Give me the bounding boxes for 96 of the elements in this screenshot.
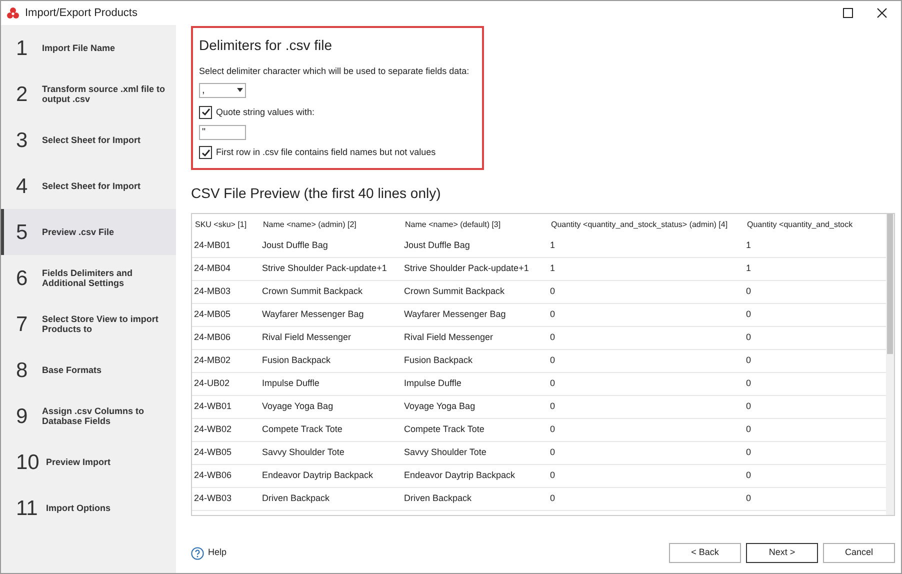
help-link[interactable]: Help xyxy=(208,546,227,560)
table-cell-text: 1 xyxy=(745,262,752,276)
table-cell-text: 0 xyxy=(745,423,752,436)
table-cell-text: 24-UB02 xyxy=(193,377,231,390)
table-cell-text: Wayfarer Messenger Bag xyxy=(261,308,365,322)
table-cell-text: Voyage Yoga Bag xyxy=(261,400,334,414)
table-cell-text: Savvy Shoulder Tote xyxy=(261,446,346,460)
table-cell-text: 0 xyxy=(549,285,556,298)
table-cell-text: Rival Field Messenger xyxy=(261,331,352,344)
first-row-label: First row in .csv file contains field names but not values xyxy=(216,146,436,159)
table-cell-text: 24-MB04 xyxy=(193,262,232,276)
table-cell-text: Crown Summit Backpack xyxy=(261,285,364,298)
table-cell-text: 24-MB01 xyxy=(193,239,232,252)
table-cell-text: 24-WB02 xyxy=(193,423,233,436)
table-cell-text: 0 xyxy=(745,308,752,322)
table-cell-text: Rival Field Messenger xyxy=(403,331,494,344)
table-cell-text: 0 xyxy=(745,492,752,506)
table-cell-text: 0 xyxy=(549,308,556,322)
table-cell-text: Savvy Shoulder Tote xyxy=(403,446,488,460)
section-title: Delimiters for .csv file xyxy=(199,36,334,55)
table-cell-text: 0 xyxy=(549,469,556,482)
table-cell-text: 0 xyxy=(549,377,556,390)
table-cell-text: 1 xyxy=(549,239,556,252)
column-header[interactable]: Quantity <quantity_and_stock_status> (admin) [4] xyxy=(548,218,744,230)
column-header[interactable]: Name <name> (default) [3] xyxy=(402,218,548,230)
table-cell-text: Endeavor Daytrip Backpack xyxy=(261,469,374,482)
table-cell-text: 24-MB05 xyxy=(193,308,232,322)
table-cell-text: 0 xyxy=(745,377,752,390)
checkbox[interactable] xyxy=(199,106,212,119)
table-cell-text: 24-WB01 xyxy=(193,400,233,414)
table-cell-text: Compete Track Tote xyxy=(403,423,486,436)
table-cell-text: 24-WB03 xyxy=(193,492,233,506)
checkbox[interactable] xyxy=(199,146,212,160)
table-cell-text: 24-WB05 xyxy=(193,446,233,460)
column-header[interactable]: Quantity <quantity_and_stock xyxy=(744,218,884,230)
dialog-button[interactable]: < Back xyxy=(669,543,741,563)
table-cell-text: Fusion Backpack xyxy=(403,354,474,368)
quote-field[interactable]: " xyxy=(199,125,246,140)
table-cell-text: Strive Shoulder Pack-update+1 xyxy=(403,262,530,276)
table-cell-text: 0 xyxy=(745,446,752,460)
maximize-icon[interactable] xyxy=(843,8,853,18)
wizard-step[interactable]: 7 Select Store View to import Products to xyxy=(1,301,176,347)
table-cell-text: 0 xyxy=(745,469,752,482)
table-cell-text: 0 xyxy=(745,354,752,368)
dialog-button[interactable]: Cancel xyxy=(823,543,895,563)
table-cell-text: Impulse Duffle xyxy=(403,377,462,390)
table-cell-text: 0 xyxy=(549,423,556,436)
table-cell-text: 0 xyxy=(549,446,556,460)
table-cell-text: 24-MB03 xyxy=(193,285,232,298)
help-icon[interactable] xyxy=(191,546,204,560)
table-cell-text: Fusion Backpack xyxy=(261,354,332,368)
scrollbar[interactable] xyxy=(886,214,894,515)
table-cell-text: 0 xyxy=(745,285,752,298)
table-cell-text: Wayfarer Messenger Bag xyxy=(403,308,507,322)
column-header[interactable]: Name <name> (admin) [2] xyxy=(260,218,402,230)
table-cell-text: 24-MB02 xyxy=(193,354,232,368)
table-cell-text: 0 xyxy=(745,331,752,344)
table-cell-text: Compete Track Tote xyxy=(261,423,344,436)
quote-label: Quote string values with: xyxy=(216,106,315,119)
table-cell-text: Endeavor Daytrip Backpack xyxy=(403,469,516,482)
section-title: CSV File Preview (the first 40 lines only) xyxy=(191,184,442,203)
table-cell-text: Strive Shoulder Pack-update+1 xyxy=(261,262,388,276)
wizard-step[interactable]: 8 Base Formats xyxy=(1,347,176,393)
wizard-step[interactable]: 6 Fields Delimiters and Additional Settings xyxy=(1,255,176,301)
table-cell-text: 0 xyxy=(745,400,752,414)
wizard-step[interactable]: 3 Select Sheet for Import xyxy=(1,117,176,163)
table-cell-text: 0 xyxy=(549,331,556,344)
wizard-step[interactable]: 9 Assign .csv Columns to Database Fields xyxy=(1,393,176,439)
table-cell-text: 0 xyxy=(549,400,556,414)
table-cell-text: Joust Duffle Bag xyxy=(261,239,329,252)
dialog-button[interactable]: Next > xyxy=(746,543,818,563)
wizard-step[interactable]: 11 Import Options xyxy=(1,485,176,531)
close-icon[interactable] xyxy=(877,8,887,18)
wizard-step[interactable]: 10 Preview Import xyxy=(1,439,176,485)
delimiter-prompt: Select delimiter character which will be used to separate fields data: xyxy=(199,65,470,78)
table-cell-text: 24-WB06 xyxy=(193,469,233,482)
table-cell-text: Impulse Duffle xyxy=(261,377,320,390)
table-cell-text: 1 xyxy=(745,239,752,252)
wizard-step[interactable]: 1 Import File Name xyxy=(1,25,176,71)
table-cell-text: 0 xyxy=(549,492,556,506)
column-header[interactable]: SKU <sku> [1] xyxy=(192,218,260,230)
table-cell-text: 1 xyxy=(549,262,556,276)
wizard-step[interactable]: 2 Transform source .xml file to output .csv xyxy=(1,71,176,117)
table-cell-text: Voyage Yoga Bag xyxy=(403,400,476,414)
table-cell-text: Joust Duffle Bag xyxy=(403,239,471,252)
window-title: Import/Export Products xyxy=(25,6,138,21)
table-cell-text: 24-MB06 xyxy=(193,331,232,344)
delimiter-dropdown[interactable]: , xyxy=(199,82,246,98)
table-cell-text: Crown Summit Backpack xyxy=(403,285,506,298)
wizard-step[interactable]: 4 Select Sheet for Import xyxy=(1,163,176,209)
app-logo-icon xyxy=(7,7,19,19)
caret-icon xyxy=(237,88,243,92)
table-cell-text: Driven Backpack xyxy=(403,492,473,506)
table-cell-text: 0 xyxy=(549,354,556,368)
wizard-step[interactable]: 5 Preview .csv File xyxy=(1,209,176,255)
table-cell-text: Driven Backpack xyxy=(261,492,331,506)
